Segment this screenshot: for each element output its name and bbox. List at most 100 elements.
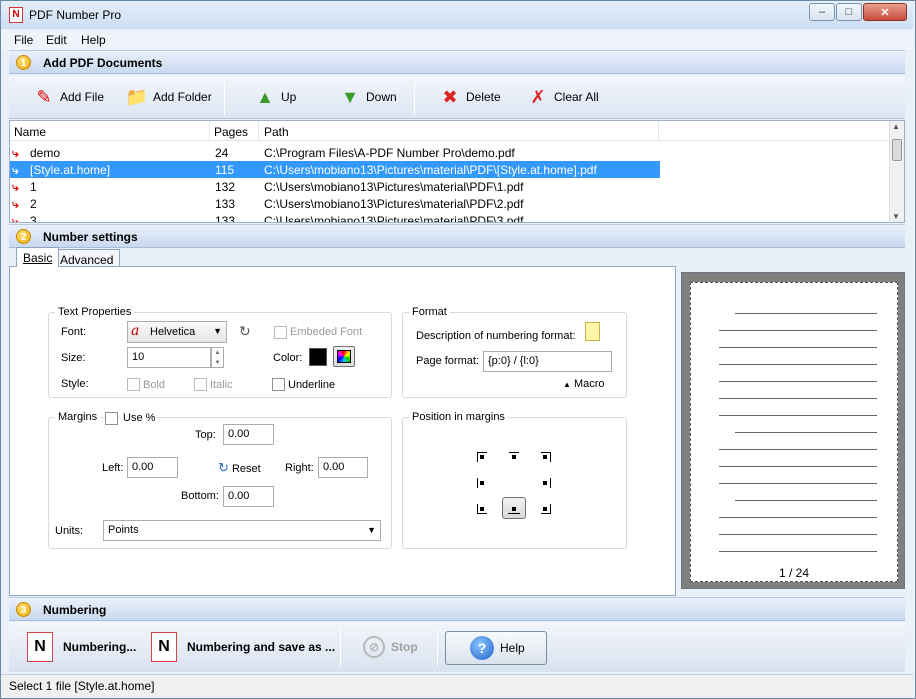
stop-button[interactable]: ⊘ Stop: [363, 628, 418, 665]
position-middle-right[interactable]: [541, 478, 551, 488]
position-middle-left[interactable]: [477, 478, 487, 488]
tab-basic[interactable]: Basic: [16, 247, 60, 267]
clear-all-icon: ✗: [530, 86, 546, 107]
color-swatch[interactable]: [309, 348, 327, 366]
italic-checkbox[interactable]: [194, 378, 207, 391]
size-input[interactable]: 10: [127, 347, 211, 368]
close-button[interactable]: ✕: [863, 3, 907, 21]
font-select[interactable]: a Helvetica ▼: [127, 321, 227, 343]
page-format-input[interactable]: {p:0} / {l:0}: [483, 351, 612, 372]
action-separator: [437, 628, 438, 666]
group-title: Position in margins: [409, 411, 508, 423]
section-numbering[interactable]: 3 Numbering: [9, 597, 905, 621]
window-title: PDF Number Pro: [29, 8, 122, 22]
group-title: Format: [409, 306, 450, 318]
position-top-center[interactable]: [509, 452, 519, 462]
down-label: Down: [366, 90, 397, 104]
menu-file[interactable]: File: [14, 33, 33, 47]
column-path[interactable]: Path: [264, 125, 289, 139]
help-button[interactable]: ? Help: [445, 631, 547, 665]
clear-all-button[interactable]: ✗ Clear All: [527, 76, 598, 118]
left-margin-input[interactable]: 0.00: [127, 457, 178, 478]
embeded-font-checkbox[interactable]: [274, 326, 287, 339]
list-scrollbar[interactable]: ▲ ▼: [889, 121, 904, 222]
format-group: Format Description of numbering format: …: [402, 306, 627, 398]
triangle-up-icon: ▲: [563, 380, 571, 389]
list-item[interactable]: ⤷ demo 24 C:\Program Files\A-PDF Number …: [10, 144, 660, 161]
scroll-down-arrow[interactable]: ▼: [892, 212, 900, 221]
units-select[interactable]: Points ▼: [103, 520, 381, 541]
maximize-button[interactable]: □: [836, 3, 862, 21]
stop-label: Stop: [391, 639, 418, 654]
position-top-right[interactable]: [541, 452, 551, 462]
list-item[interactable]: ⤷ [Style.at.home] 115 C:\Users\mobiano13…: [10, 161, 660, 178]
list-item[interactable]: ⤷ 2 133 C:\Users\mobiano13\Pictures\mate…: [10, 195, 660, 212]
tab-basic-label: Basic: [23, 251, 53, 265]
step-1-badge: 1: [16, 55, 31, 70]
file-name: 3: [30, 214, 37, 223]
units-value: Points: [108, 524, 139, 536]
down-button[interactable]: ▼ Down: [339, 76, 397, 118]
bottom-label: Bottom:: [181, 490, 219, 502]
position-bottom-right[interactable]: [541, 504, 551, 514]
right-value: 0.00: [323, 461, 345, 473]
add-file-button[interactable]: ✎ Add File: [33, 76, 104, 118]
list-item[interactable]: ⤷ 1 132 C:\Users\mobiano13\Pictures\mate…: [10, 178, 660, 195]
file-name: 2: [30, 197, 37, 211]
menu-edit[interactable]: Edit: [46, 33, 67, 47]
section-number-settings[interactable]: 2 Number settings: [9, 224, 905, 248]
delete-button[interactable]: ✖ Delete: [439, 76, 500, 118]
add-folder-button[interactable]: 📁 Add Folder: [126, 76, 212, 118]
size-stepper[interactable]: ▲ ▼: [211, 347, 224, 368]
format-description-label: Description of numbering format:: [416, 330, 576, 342]
macro-button[interactable]: ▲ Macro: [563, 378, 605, 390]
up-button[interactable]: ▲ Up: [254, 76, 296, 118]
note-icon[interactable]: [585, 322, 600, 341]
column-pages[interactable]: Pages: [214, 125, 248, 139]
color-palette-button[interactable]: [333, 346, 355, 367]
list-header: Name Pages Path: [10, 121, 890, 141]
preview-page-number: 1 / 24: [779, 566, 810, 580]
file-path: C:\Users\mobiano13\Pictures\material\PDF…: [264, 214, 524, 223]
position-top-left[interactable]: [477, 452, 487, 462]
reset-button[interactable]: ↻ Reset: [218, 460, 261, 476]
numbering-save-as-button[interactable]: N Numbering and save as ...: [151, 628, 335, 665]
position-bottom-center[interactable]: [502, 497, 526, 519]
file-path: C:\Program Files\A-PDF Number Pro\demo.p…: [264, 146, 515, 160]
add-folder-label: Add Folder: [153, 90, 212, 104]
position-bottom-left[interactable]: [477, 504, 487, 514]
file-list[interactable]: Name Pages Path ⤷ demo 24 C:\Program Fil…: [9, 120, 905, 223]
list-item[interactable]: ⤷ 3 133 C:\Users\mobiano13\Pictures\mate…: [10, 212, 660, 223]
numbering-save-icon: N: [151, 631, 177, 662]
pdf-file-icon: ⤷: [12, 180, 19, 194]
font-a-icon: a: [131, 323, 140, 339]
underline-checkbox[interactable]: [272, 378, 285, 391]
numbering-button[interactable]: N Numbering...: [27, 628, 136, 665]
bold-checkbox[interactable]: [127, 378, 140, 391]
bottom-margin-input[interactable]: 0.00: [223, 486, 274, 507]
scroll-up-arrow[interactable]: ▲: [892, 122, 900, 131]
arrow-down-icon: ▼: [341, 86, 359, 107]
section-add-documents[interactable]: 1 Add PDF Documents: [9, 50, 905, 74]
status-bar: Select 1 file [Style.at.home]: [1, 674, 913, 697]
column-name[interactable]: Name: [14, 125, 46, 139]
left-label: Left:: [102, 462, 124, 474]
use-percent-checkbox[interactable]: [105, 412, 118, 425]
position-group: Position in margins: [402, 411, 627, 549]
file-name: demo: [30, 146, 61, 160]
top-margin-input[interactable]: 0.00: [223, 424, 274, 445]
add-folder-icon: 📁: [125, 86, 149, 107]
section-title: Number settings: [43, 230, 138, 244]
file-pages: 24: [215, 146, 229, 160]
menu-help[interactable]: Help: [81, 33, 106, 47]
right-margin-input[interactable]: 0.00: [318, 457, 368, 478]
tab-advanced[interactable]: Advanced: [53, 249, 121, 267]
embeded-font-label: Embeded Font: [290, 326, 363, 338]
font-label: Font:: [61, 326, 87, 338]
right-label: Right:: [285, 462, 314, 474]
top-label: Top:: [195, 429, 216, 441]
section-title: Numbering: [43, 603, 107, 617]
macro-label: Macro: [573, 378, 605, 390]
minimize-button[interactable]: –: [809, 3, 835, 21]
scroll-thumb[interactable]: [892, 139, 902, 161]
